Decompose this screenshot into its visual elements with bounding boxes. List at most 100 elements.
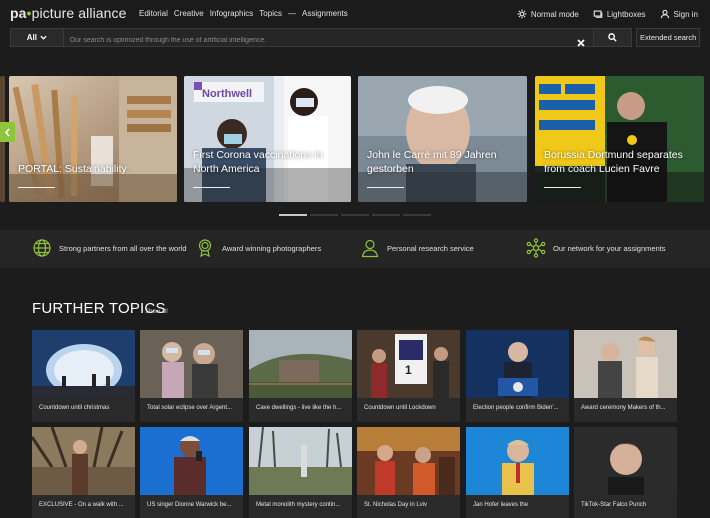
tile-label: TikTok-Star Falco Punch (581, 502, 647, 508)
close-icon (576, 39, 585, 47)
sign-in-link[interactable]: Sign in (660, 9, 698, 19)
top-navigation-bar: pa•picture alliance Editorial Creative I… (0, 0, 710, 28)
tile-image (249, 427, 352, 495)
carousel-slide-vaccinations[interactable]: Northwell First Corona vaccinations in N… (184, 76, 351, 202)
tile-label: Jan Hofer leaves the (473, 502, 529, 508)
slide-caption: First Corona vaccinations in North Ameri… (193, 149, 323, 175)
topic-tile[interactable]: EXCLUSIVE - On a walk with ... (32, 427, 135, 518)
sign-in-label: Sign in (673, 9, 698, 19)
topic-tile[interactable]: Total solar eclipse over Argent... (140, 330, 243, 422)
nav-separator: — (287, 9, 296, 18)
topic-tile[interactable]: 1 Countdown until Lockdown (357, 330, 460, 422)
topic-tile[interactable]: Jan Hofer leaves the (466, 427, 569, 518)
feature-label: Our network for your assignments (553, 243, 666, 253)
tile-image (466, 427, 569, 495)
features-band: Strong partners from all over the world … (0, 230, 710, 268)
slide-image-dortmund (535, 76, 704, 202)
tile-image (466, 330, 569, 398)
tile-image (574, 427, 677, 495)
search-scope-dropdown[interactable]: All (10, 28, 64, 47)
tile-image (357, 427, 460, 495)
clear-search-button[interactable] (576, 34, 585, 47)
tile-label: Countdown until christmas (39, 405, 110, 411)
chevron-down-icon (40, 35, 47, 40)
slide-caption: Borussia Dortmund separates from coach L… (544, 149, 683, 175)
topic-tile[interactable]: Countdown until christmas (32, 330, 135, 422)
slide-image-le-carre (358, 76, 527, 202)
carousel-slide-le-carre[interactable]: John le Carré mit 89 Jahren gestorben (358, 76, 527, 202)
normal-mode-toggle[interactable]: Normal mode (517, 9, 579, 19)
network-icon (526, 238, 546, 258)
feature-label: Award winning photographers (222, 243, 322, 253)
carousel-dot[interactable] (403, 214, 431, 216)
logo-pa: pa (10, 5, 27, 21)
slide-underline (18, 187, 55, 188)
carousel-dot[interactable] (341, 214, 369, 216)
topic-tile[interactable]: St. Nicholas Day in Lviv (357, 427, 460, 518)
tile-label: Award ceremony Makers of th... (581, 405, 666, 411)
user-icon (660, 9, 669, 19)
tile-label: Total solar eclipse over Argent... (147, 405, 233, 411)
gear-icon (517, 9, 527, 19)
carousel-dot[interactable] (279, 214, 307, 216)
carousel-pagination (279, 214, 431, 216)
award-icon (198, 239, 212, 258)
carousel-dot[interactable] (310, 214, 338, 216)
lightbox-icon (593, 10, 603, 18)
carousel-dot[interactable] (372, 214, 400, 216)
topic-tile[interactable]: Election people confirm Biden'... (466, 330, 569, 422)
topic-tile[interactable]: Award ceremony Makers of th... (574, 330, 677, 422)
tile-image (249, 330, 352, 398)
feature-label: Personal research service (387, 243, 474, 253)
tile-label: Metal monolith mystery contin... (256, 502, 341, 508)
nav-editorial[interactable]: Editorial (139, 9, 168, 18)
search-input[interactable] (63, 32, 593, 49)
extended-search-button[interactable]: Extended search (636, 28, 701, 47)
search-field (63, 28, 593, 49)
tile-image (574, 330, 677, 398)
feature-label: Strong partners from all over the world (59, 243, 187, 253)
lightboxes-link[interactable]: Lightboxes (593, 9, 646, 19)
nav-topics[interactable]: Topics (259, 9, 282, 18)
tile-image (32, 330, 135, 398)
tile-image (140, 427, 243, 495)
lightboxes-label: Lightboxes (606, 9, 646, 19)
feature-photographers: Award winning photographers (195, 238, 321, 258)
tile-label: Countdown until Lockdown (364, 405, 436, 411)
search-bar: All Extended search (10, 28, 701, 49)
tile-image (32, 427, 135, 495)
search-icon (608, 33, 617, 42)
search-submit-button[interactable] (592, 28, 633, 47)
person-icon (361, 239, 379, 258)
topic-tile[interactable]: US singer Dionne Warwick be... (140, 427, 243, 518)
tile-label: US singer Dionne Warwick be... (147, 502, 232, 508)
nav-creative[interactable]: Creative (174, 9, 204, 18)
slide-image-sustainability (9, 76, 177, 202)
slide-caption: John le Carré mit 89 Jahren gestorben (367, 149, 497, 175)
slide-underline (367, 187, 404, 188)
normal-mode-label: Normal mode (530, 9, 579, 19)
nav-assignments[interactable]: Assignments (302, 9, 348, 18)
tile-label: St. Nicholas Day in Lviv (364, 502, 428, 508)
feature-research: Personal research service (360, 238, 474, 258)
carousel-slide-sustainability[interactable]: PORTAL: Sustainability (9, 76, 177, 202)
globe-icon (33, 239, 51, 257)
carousel-prev-button[interactable] (0, 122, 15, 142)
topic-tile[interactable]: Metal monolith mystery contin... (249, 427, 352, 518)
topic-tile[interactable]: Cave dwellings - live like the h... (249, 330, 352, 422)
tile-label: Election people confirm Biden'... (473, 405, 559, 411)
svg-text:Northwell: Northwell (202, 88, 252, 100)
search-scope-label: All (26, 33, 37, 42)
tile-label: EXCLUSIVE - On a walk with ... (39, 502, 124, 508)
show-all-link[interactable]: Show all (145, 309, 168, 315)
chevron-left-icon (4, 127, 10, 137)
slide-underline (193, 187, 230, 188)
feature-network: Our network for your assignments (526, 238, 666, 258)
site-logo[interactable]: pa•picture alliance (10, 5, 127, 21)
right-nav: Normal mode Lightboxes Sign in (503, 9, 698, 19)
featured-carousel: PORTAL: Sustainability Northwell First C… (0, 76, 710, 202)
topic-tile[interactable]: TikTok-Star Falco Punch (574, 427, 677, 518)
nav-infographics[interactable]: Infographics (210, 9, 254, 18)
carousel-slide-dortmund[interactable]: Borussia Dortmund separates from coach L… (535, 76, 704, 202)
logo-text: picture alliance (31, 5, 127, 21)
